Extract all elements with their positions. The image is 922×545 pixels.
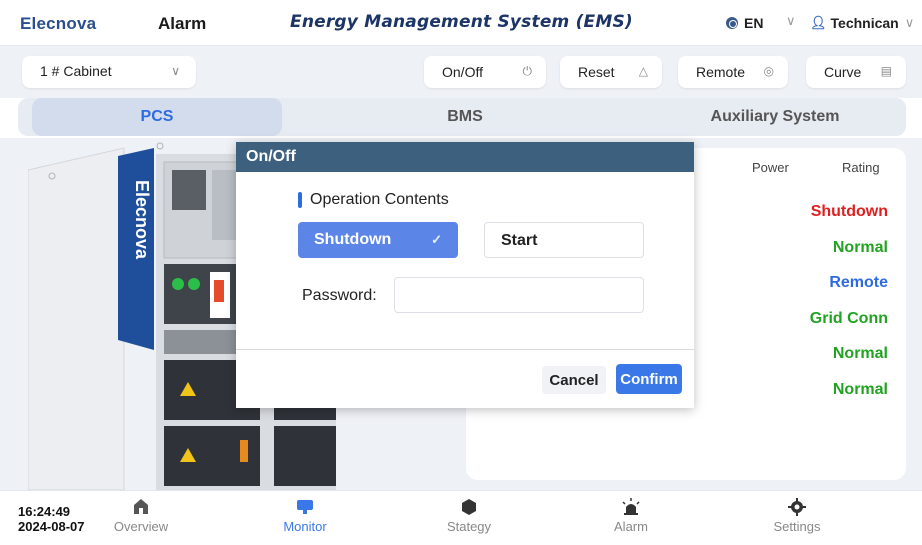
brand-logo: Elecnova [20,14,97,33]
check-icon: ✓ [431,232,442,247]
cabinet-logo-text: Elecnova [132,180,152,260]
home-icon [134,499,148,514]
rating-value: Normal [832,239,888,256]
on-off-dialog: On/Off Operation Contents Shutdown ✓ Sta… [236,142,694,408]
nav-overview[interactable]: Overview [96,497,186,534]
tab-pcs[interactable]: PCS [32,98,282,136]
user-icon: 👤︎ [810,15,827,30]
shutdown-option[interactable]: Shutdown ✓ [298,222,458,258]
control-bar: 1 # Cabinet ∨ On/Off ⏻ Reset △ Remote ◎ … [0,46,922,98]
header: Elecnova Alarm Energy Management System … [0,0,922,46]
reset-label: Reset [578,64,615,80]
power-icon: ⏻ [522,64,533,78]
clock: 16:24:49 2024-08-07 [18,504,85,534]
rating-value: Grid Conn [809,310,888,327]
user-name: Technican [830,15,899,31]
globe-icon [726,17,738,29]
power-column-header: Power [752,160,789,175]
nav-settings[interactable]: Settings [752,497,842,534]
remote-label: Remote [696,64,746,80]
language-label: EN [744,15,764,31]
tab-auxiliary-system[interactable]: Auxiliary System [650,98,900,136]
curve-button[interactable]: Curve ▤ [806,56,906,88]
password-label: Password: [302,287,377,304]
settings-icon [788,498,806,516]
chevron-down-icon[interactable]: ∨ [786,13,796,29]
bottom-nav: 16:24:49 2024-08-07 Overview Monitor Sta… [0,490,922,545]
rating-value: Shutdown [810,203,888,220]
reset-button[interactable]: Reset △ [560,56,662,88]
rating-value: Remote [829,274,888,291]
header-alarm-link[interactable]: Alarm [158,14,206,34]
nav-alarm-label: Alarm [614,519,648,534]
shutdown-label: Shutdown [314,231,392,248]
curve-label: Curve [824,64,862,80]
rating-column-header: Rating [842,160,880,175]
start-label: Start [501,232,538,249]
chart-icon: ▤ [880,64,892,78]
nav-monitor[interactable]: Monitor [260,495,350,539]
remote-button[interactable]: Remote ◎ [678,56,788,88]
clock-time: 16:24:49 [18,504,71,519]
strategy-icon [462,499,476,515]
operation-contents-label: Operation Contents [310,191,449,208]
rating-value: Normal [832,345,888,362]
user-menu[interactable]: 👤︎ Technican ∨ [810,15,914,31]
on-off-label: On/Off [442,64,483,80]
nav-alarm[interactable]: Alarm [586,497,676,534]
tab-bms[interactable]: BMS [340,98,590,136]
divider [236,349,694,350]
cancel-button[interactable]: Cancel [542,366,606,394]
cabinet-select[interactable]: 1 # Cabinet ∨ [22,56,196,88]
alarm-icon [622,498,640,515]
target-icon: ◎ [763,64,774,78]
page-title: Energy Management System (EMS) [290,12,633,32]
chevron-down-icon: ∨ [904,15,915,30]
chevron-down-icon: ∨ [171,64,180,78]
nav-overview-label: Overview [113,519,169,534]
on-off-button[interactable]: On/Off ⏻ [424,56,546,88]
clock-date: 2024-08-07 [18,519,85,534]
confirm-button[interactable]: Confirm [616,364,682,394]
operation-contents-heading: Operation Contents [298,191,449,209]
rating-value: Normal [832,381,888,398]
nav-strategy-label: Stategy [446,519,492,534]
dialog-title: On/Off [236,142,694,172]
nav-settings-label: Settings [773,519,821,534]
tab-bar: PCS BMS Auxiliary System [18,98,906,136]
nav-strategy[interactable]: Stategy [424,497,514,534]
cabinet-select-value: 1 # Cabinet [40,63,112,79]
section-marker [298,192,302,208]
start-option[interactable]: Start [484,222,644,258]
language-selector[interactable]: EN [726,15,763,31]
monitor-icon [297,500,313,514]
nav-monitor-label: Monitor [283,519,327,534]
warning-icon: △ [638,64,648,78]
password-input[interactable] [394,277,644,313]
